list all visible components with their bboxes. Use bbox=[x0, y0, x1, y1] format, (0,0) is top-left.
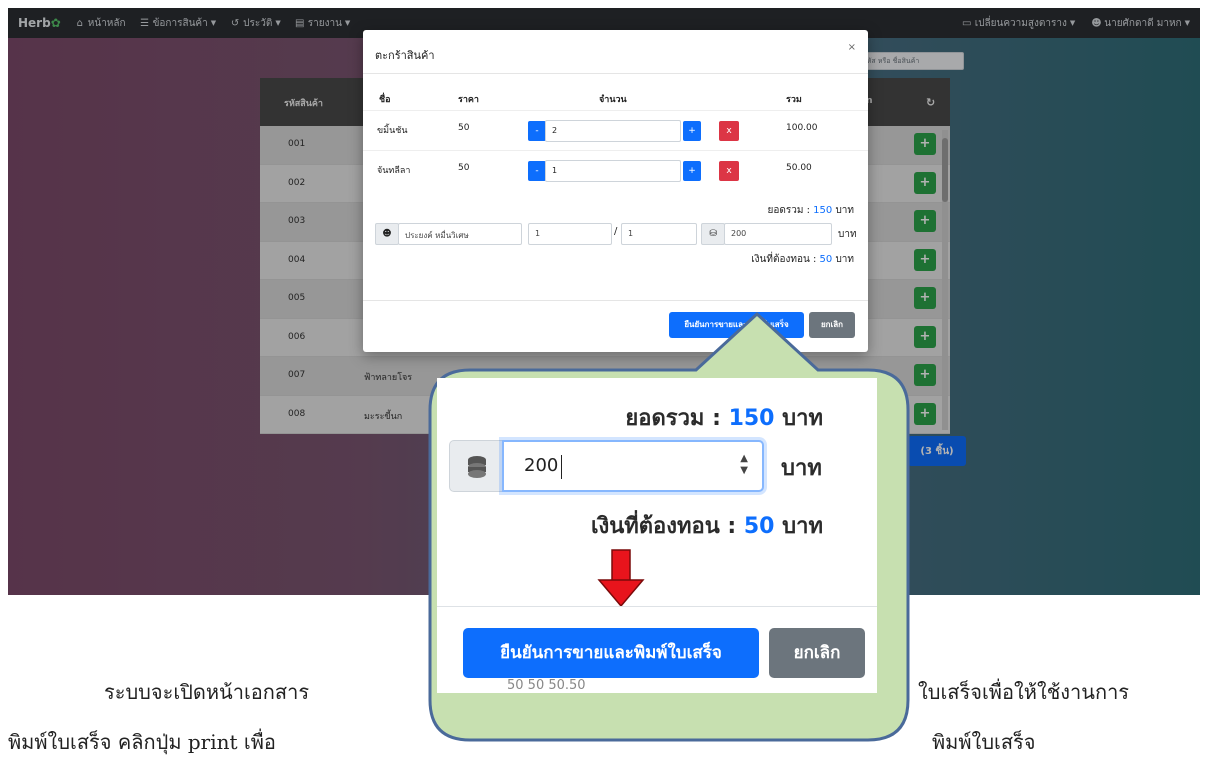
zoom-sum: ยอดรวม : 150 บาท bbox=[625, 406, 823, 431]
zoom-paid-row: 200 ▲ ▼ บาท bbox=[449, 440, 869, 492]
zoom-paid-input[interactable]: 200 ▲ ▼ bbox=[502, 440, 764, 492]
zoom-footer-divider bbox=[437, 606, 877, 607]
zoom-paid-unit: บาท bbox=[781, 456, 822, 481]
spinner-icon[interactable]: ▲ ▼ bbox=[740, 453, 748, 477]
zoom-change: เงินที่ต้องทอน : 50 บาท bbox=[590, 514, 823, 539]
zoom-confirm-and-print-button[interactable]: ยืนยันการขายและพิมพ์ใบเสร็จ bbox=[463, 628, 759, 678]
text-cursor bbox=[561, 455, 562, 479]
zoom-sum-value: 150 bbox=[728, 406, 775, 431]
zoom-cancel-button[interactable]: ยกเลิก bbox=[769, 628, 865, 678]
zoom-faded-row-text: 50 50 50.50 bbox=[507, 678, 586, 693]
zoom-panel: ยอดรวม : 150 บาท 200 ▲ ▼ บาท เงินที่ต้อง… bbox=[437, 378, 877, 693]
red-arrow-down-icon bbox=[597, 549, 645, 608]
zoom-change-value: 50 bbox=[743, 514, 775, 539]
coins-icon bbox=[449, 440, 503, 492]
page-root: Herb✿ ⌂ หน้าหลัก ☰ ข้อการสินค้า ▼ ↺ ประวัติ ▼… bbox=[0, 0, 1206, 763]
